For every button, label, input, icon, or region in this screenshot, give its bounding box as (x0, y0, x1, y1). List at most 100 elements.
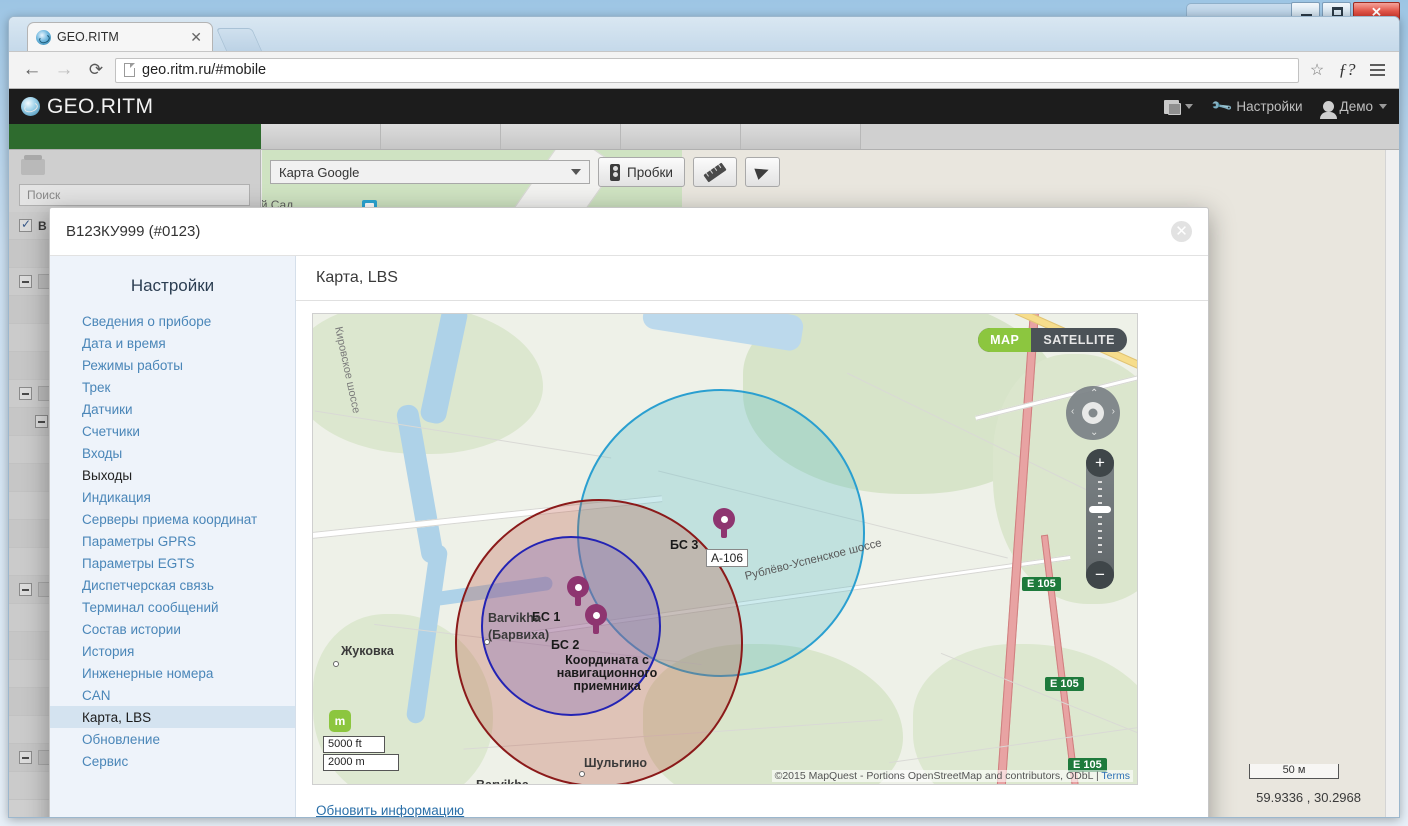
address-bar[interactable]: geo.ritm.ru/#mobile (115, 57, 1299, 83)
settings-link[interactable]: 🔧 Настройки (1210, 95, 1303, 118)
language-switcher[interactable] (1163, 99, 1193, 115)
vehicle-icon[interactable] (21, 155, 45, 175)
toolbar-active-tab[interactable] (9, 124, 261, 149)
sidebar-item-coord-servers[interactable]: Серверы приема координат (50, 508, 295, 530)
sidebar-item-service[interactable]: Сервис (50, 750, 295, 772)
sidebar-item-message-terminal[interactable]: Терминал сообщений (50, 596, 295, 618)
collapse-icon[interactable] (19, 387, 32, 400)
sidebar-item-indication[interactable]: Индикация (50, 486, 295, 508)
sidebar-item-map-lbs[interactable]: Карта, LBS (50, 706, 295, 728)
pan-center-knob[interactable] (1082, 402, 1104, 424)
sidebar-item-device-info[interactable]: Сведения о приборе (50, 310, 295, 332)
sidebar-item-dispatcher[interactable]: Диспетчерская связь (50, 574, 295, 596)
collapse-icon[interactable] (19, 275, 32, 288)
pan-right-icon[interactable]: › (1112, 406, 1115, 417)
lbs-map[interactable]: БС 1 БС 2 БС 3 Координата с навигационно… (312, 313, 1138, 785)
mapquest-logo-icon: m (329, 710, 351, 732)
sidebar-item-outputs[interactable]: Выходы (50, 464, 295, 486)
reload-icon[interactable]: ⟳ (83, 57, 109, 83)
sidebar-item-inputs[interactable]: Входы (50, 442, 295, 464)
map-pin-tail (593, 622, 599, 634)
sidebar-item-can[interactable]: CAN (50, 684, 295, 706)
collapse-icon[interactable] (19, 751, 32, 764)
pan-left-icon[interactable]: ‹ (1071, 406, 1074, 417)
town-label-shulgino: Шульгино (584, 756, 648, 770)
tree-root-label: В (38, 218, 47, 233)
pan-up-icon[interactable]: ⌃ (1090, 388, 1098, 399)
zoom-out-button[interactable]: − (1086, 561, 1114, 589)
town-dot (484, 639, 490, 645)
wrench-icon: 🔧 (1209, 94, 1234, 118)
device-settings-dialog: В123КУ999 (#0123) ✕ Настройки Сведения о… (49, 207, 1209, 817)
collapse-icon[interactable] (35, 415, 48, 428)
bs1-marker[interactable] (567, 576, 589, 606)
zoom-in-button[interactable]: + (1086, 449, 1114, 477)
sidebar-title: Настройки (130, 276, 215, 295)
town-label-barvikha-ru: (Барвиха) (488, 628, 550, 642)
map-type-toggle: MAP SATELLITE (978, 328, 1127, 352)
fsharp-extension-icon[interactable]: ƒ? (1335, 58, 1359, 82)
map-type-satellite[interactable]: SATELLITE (1031, 328, 1127, 352)
menu-icon[interactable] (1365, 58, 1389, 82)
dialog-body: Настройки Сведения о приборе Дата и врем… (50, 256, 1208, 817)
dialog-title: В123КУ999 (#0123) (66, 223, 201, 240)
sidebar-item-track[interactable]: Трек (50, 376, 295, 398)
collapse-icon[interactable] (19, 583, 32, 596)
sidebar-item-history[interactable]: История (50, 640, 295, 662)
close-icon[interactable]: ✕ (1171, 221, 1192, 242)
attribution-terms-link[interactable]: Terms (1101, 770, 1130, 782)
brand-name: GEO.RITM (47, 94, 154, 118)
back-icon[interactable]: ← (19, 57, 45, 83)
measure-button[interactable] (692, 157, 737, 187)
toolbar-tab[interactable] (501, 124, 621, 149)
brand-logo[interactable]: GEO.RITM (21, 95, 153, 119)
road-shield-a106: A-106 (706, 549, 749, 567)
toolbar-tab[interactable] (741, 124, 861, 149)
sidebar-item-history-content[interactable]: Состав истории (50, 618, 295, 640)
sidebar-item-work-modes[interactable]: Режимы работы (50, 354, 295, 376)
settings-content: Карта, LBS БС 1 БС 2 БС 3 Координата с н… (296, 256, 1208, 817)
sidebar-item-sensors[interactable]: Датчики (50, 398, 295, 420)
toolbar-tab[interactable] (381, 124, 501, 149)
sidebar-item-date-time[interactable]: Дата и время (50, 332, 295, 354)
pan-control[interactable]: ⌃ ⌄ ‹ › (1066, 386, 1120, 440)
pan-down-icon[interactable]: ⌄ (1090, 427, 1098, 438)
traffic-button[interactable]: Пробки (598, 157, 685, 187)
sidebar-item-counters[interactable]: Счетчики (50, 420, 295, 442)
bookmark-star-icon[interactable]: ☆ (1305, 58, 1329, 82)
app-header: GEO.RITM 🔧 Настройки Демо (9, 89, 1399, 124)
zoom-slider-thumb[interactable] (1089, 506, 1111, 513)
map-provider-select[interactable]: Карта Google (270, 160, 590, 184)
bg-map-scale: 50 м (1249, 764, 1339, 779)
bs2-label: БС 2 (551, 638, 580, 652)
user-menu[interactable]: Демо (1319, 99, 1387, 119)
tab-close-icon[interactable]: ✕ (188, 30, 204, 44)
refresh-info-link[interactable]: Обновить информацию (316, 803, 464, 817)
forward-icon[interactable]: → (51, 57, 77, 83)
clear-button[interactable] (744, 157, 780, 187)
brush-icon (754, 164, 771, 180)
new-tab-button[interactable] (215, 28, 263, 51)
toolbar-tab[interactable] (621, 124, 741, 149)
checkbox-icon[interactable] (19, 217, 32, 232)
sidebar-item-egts-params[interactable]: Параметры EGTS (50, 552, 295, 574)
app-header-actions: 🔧 Настройки Демо (1163, 95, 1387, 119)
bs3-marker[interactable] (713, 508, 735, 538)
attribution-text: ©2015 MapQuest - Portions OpenStreetMap … (774, 770, 1102, 782)
nav-coordinate-line3: приемника (573, 679, 641, 693)
chevron-down-icon (571, 169, 581, 175)
background-map-toolbar: Карта Google Пробки (262, 150, 1399, 194)
bs2-marker[interactable] (585, 604, 607, 634)
sidebar-item-update[interactable]: Обновление (50, 728, 295, 750)
town-dot (333, 661, 339, 667)
toolbar-tab[interactable] (261, 124, 381, 149)
browser-tab[interactable]: GEO.RITM ✕ (27, 22, 213, 51)
tree-search-input[interactable]: Поиск (19, 184, 250, 206)
sidebar-item-engineer-numbers[interactable]: Инженерные номера (50, 662, 295, 684)
page-scrollbar[interactable] (1385, 124, 1399, 817)
scale-bar-feet: 5000 ft (323, 736, 385, 753)
user-label: Демо (1339, 99, 1373, 114)
sidebar-item-gprs-params[interactable]: Параметры GPRS (50, 530, 295, 552)
town-label-barvikha-en: Barvikha (488, 611, 541, 625)
map-type-map[interactable]: MAP (978, 328, 1032, 352)
